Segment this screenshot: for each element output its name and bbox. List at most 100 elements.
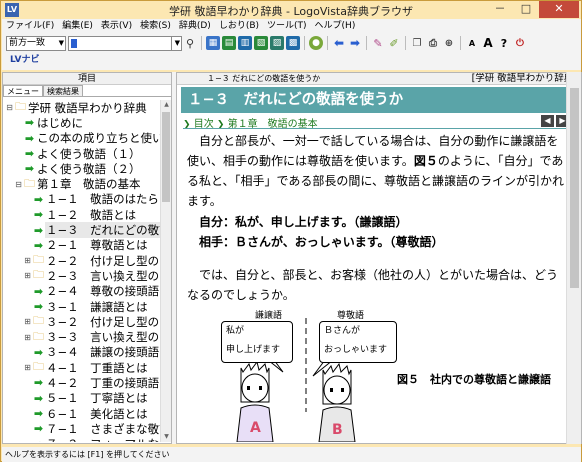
- tree-item[interactable]: ➡ １−２ 敬語とは: [3, 207, 160, 222]
- toolbar-divider: [366, 36, 367, 50]
- speech-bubble-honorific: Ｂさんが おっしゃいます: [319, 321, 397, 363]
- close-button[interactable]: ✕: [539, 1, 579, 18]
- arrow-right-icon: ➡: [33, 376, 44, 390]
- tree-item-label: ６−１ 美化語とは: [46, 406, 148, 421]
- arrow-right-icon: ➡: [33, 192, 44, 206]
- tree-item[interactable]: ➡ １−３ だれにどの敬語: [3, 222, 160, 239]
- collapse-icon[interactable]: ⊟: [5, 103, 14, 112]
- search-input[interactable]: [68, 35, 172, 51]
- tree-item[interactable]: ⊞ 🗀 ３−３ 言い換え型の: [3, 329, 160, 345]
- print-icon[interactable]: ⎙: [426, 36, 440, 50]
- search-mode-select[interactable]: 前方一致 ▼: [6, 35, 66, 51]
- tree-item[interactable]: ⊞ 🗀 ２−３ 言い換え型の: [3, 268, 160, 283]
- expand-icon[interactable]: ⊞: [23, 256, 32, 265]
- menu-edit[interactable]: 編集(E): [58, 19, 97, 34]
- scroll-down-icon[interactable]: ▼: [161, 432, 172, 442]
- expand-icon[interactable]: ⊞: [23, 271, 32, 280]
- tab-search-results[interactable]: 検索結果: [43, 85, 83, 96]
- arrow-right-icon: ➡: [24, 162, 35, 176]
- binoculars-icon[interactable]: ⚲: [183, 36, 197, 50]
- menu-dictionary[interactable]: 辞典(D): [175, 19, 215, 34]
- tree-item[interactable]: ➡ ２−１ 尊敬語とは: [3, 238, 160, 253]
- tree-item[interactable]: ➡ ３−４ 謙譲の接頭語: [3, 345, 160, 360]
- tree-item-label: ５−１ 丁寧語とは: [46, 391, 148, 406]
- back-icon[interactable]: ⬅: [332, 36, 346, 50]
- tree-item[interactable]: ➡ ６−１ 美化語とは: [3, 406, 160, 421]
- tree-item-label: ３−４ 謙譲の接頭語: [46, 345, 160, 360]
- tree-item[interactable]: ➡７−２ フォーマルなこ: [3, 437, 160, 442]
- expand-icon[interactable]: ⊞: [23, 333, 32, 342]
- forward-icon[interactable]: ➡: [348, 36, 362, 50]
- tree-item[interactable]: ⊟ 🗀 第１章 敬語の基本: [3, 176, 160, 192]
- left-pane-tabs: メニュー 検索結果: [3, 85, 171, 97]
- document-scroll-thumb[interactable]: [570, 88, 579, 288]
- tree-item[interactable]: ➡ よく使う敬語（１）: [3, 146, 160, 161]
- tree-item[interactable]: ⊞ 🗀 ３−２ 付け足し型の: [3, 314, 160, 329]
- left-scroll-thumb[interactable]: [162, 112, 170, 202]
- prev-page-icon[interactable]: ◀: [541, 115, 554, 127]
- tree-item-label: ２−４ 尊敬の接頭語: [46, 284, 160, 299]
- menu-bookmark[interactable]: しおり(B): [215, 19, 263, 34]
- arrow-right-icon: ➡: [33, 238, 44, 252]
- document-scrollbar[interactable]: [566, 72, 581, 444]
- font-larger-button[interactable]: A: [481, 36, 495, 50]
- tree-item[interactable]: ➡ はじめに: [3, 115, 160, 130]
- menu-search[interactable]: 検索(S): [136, 19, 175, 34]
- stop-icon[interactable]: ⏻: [513, 36, 527, 50]
- document-header: １−３ だれにどの敬語を使うか [学研 敬語早わかり辞典]: [177, 73, 581, 85]
- maximize-button[interactable]: □: [513, 1, 539, 18]
- search-history-dropdown[interactable]: ▼: [172, 35, 182, 51]
- tree-item-label: ７−１ さまざまな敬語: [46, 421, 160, 436]
- menu-file[interactable]: ファイル(F): [2, 19, 58, 34]
- collapse-icon[interactable]: ⊟: [14, 180, 23, 189]
- tree-item[interactable]: ➡ １−１ 敬語のはたら: [3, 192, 160, 207]
- dictionary-3-icon[interactable]: ▧: [254, 36, 268, 50]
- tree-item[interactable]: ➡ この本の成り立ちと使い: [3, 131, 160, 146]
- globe-icon[interactable]: ●: [309, 36, 323, 50]
- tree-item[interactable]: ⊞ 🗀 ４−１ 丁重語とは: [3, 360, 160, 375]
- dictionary-2-icon[interactable]: ▥: [238, 36, 252, 50]
- folder-icon: 🗀: [33, 329, 44, 343]
- zoom-icon[interactable]: ⊕: [442, 36, 456, 50]
- dictionary-1-icon[interactable]: ▤: [222, 36, 236, 50]
- menu-view[interactable]: 表示(V): [97, 19, 136, 34]
- font-smaller-button[interactable]: A: [465, 36, 479, 50]
- minimize-button[interactable]: －: [487, 1, 513, 18]
- menu-help[interactable]: ヘルプ(H): [311, 19, 360, 34]
- bubble-honorific-line-2: おっしゃいます: [324, 345, 388, 355]
- app-window: LV 学研 敬語早わかり辞典 - LogoVista辞典ブラウザ － □ ✕ フ…: [0, 0, 582, 462]
- navi-button[interactable]: LVナビ: [8, 53, 41, 68]
- example-other: 相手：Ｂさんが、おっしゃいます。（尊敬語）: [199, 235, 444, 249]
- window-controls: － □ ✕: [487, 1, 579, 18]
- figure-ref-link[interactable]: 図５: [414, 154, 438, 168]
- expand-icon[interactable]: ⊞: [23, 363, 32, 372]
- tree-item[interactable]: ➡ ７−１ さまざまな敬語: [3, 421, 160, 436]
- arrow-right-icon: ➡: [33, 345, 44, 359]
- toolbar-divider: [327, 36, 328, 50]
- pencil-icon[interactable]: ✎: [371, 36, 385, 50]
- help-button[interactable]: ?: [497, 36, 511, 50]
- tree-item-label: はじめに: [37, 115, 83, 130]
- tree-item[interactable]: ➡ ５−１ 丁寧語とは: [3, 391, 160, 406]
- document-header-title: １−３ だれにどの敬語を使うか: [207, 74, 321, 83]
- folder-icon: 🗀: [15, 100, 26, 114]
- title-bar[interactable]: LV 学研 敬語早わかり辞典 - LogoVista辞典ブラウザ － □ ✕: [1, 1, 581, 19]
- menu-tools[interactable]: ツール(T): [263, 19, 311, 34]
- marker-icon[interactable]: ✐: [387, 36, 401, 50]
- tree-item[interactable]: ➡ ２−４ 尊敬の接頭語: [3, 284, 160, 299]
- dictionary-set-icon[interactable]: ▦: [206, 36, 220, 50]
- left-scrollbar[interactable]: ▲ ▼: [160, 100, 171, 442]
- tab-menu[interactable]: メニュー: [3, 85, 43, 96]
- expand-icon[interactable]: ⊞: [23, 317, 32, 326]
- dictionary-5-icon[interactable]: ▩: [286, 36, 300, 50]
- tree-item[interactable]: ⊟ 🗀 学研 敬語早わかり辞典: [3, 100, 160, 115]
- tree-item[interactable]: ➡ ４−２ 丁重の接頭語: [3, 375, 160, 390]
- secondary-toolbar: LVナビ: [2, 52, 581, 70]
- dictionary-4-icon[interactable]: ▨: [270, 36, 284, 50]
- paragraph-2: では、自分と、部長と、お客様（他社の人）とがいた場合は、どうなるのでしょうか。: [187, 268, 559, 302]
- person-a-letter: A: [250, 420, 261, 436]
- copy-icon[interactable]: ❐: [410, 36, 424, 50]
- tree-item[interactable]: ➡ ３−１ 謙譲語とは: [3, 299, 160, 314]
- tree-item[interactable]: ⊞ 🗀 ２−２ 付け足し型の: [3, 253, 160, 268]
- scroll-up-icon[interactable]: ▲: [161, 100, 172, 110]
